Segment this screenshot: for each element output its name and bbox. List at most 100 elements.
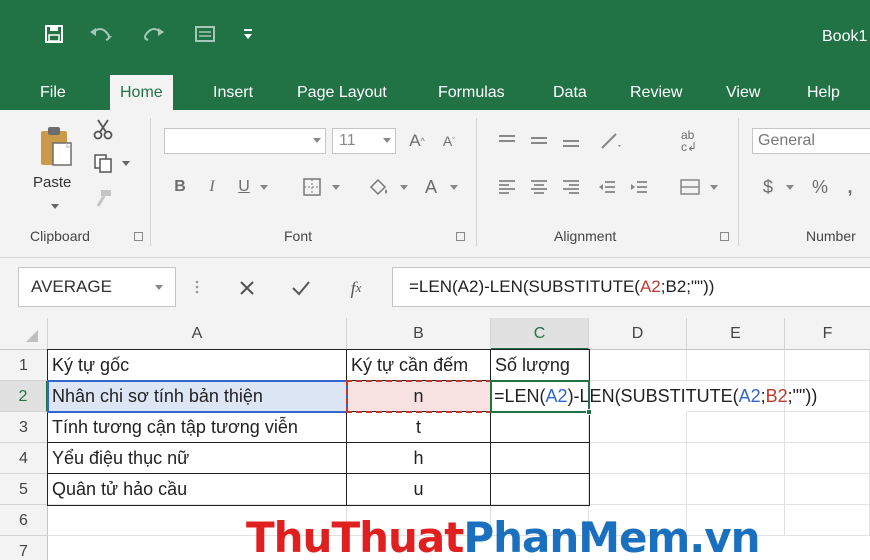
cell-empty[interactable]	[785, 350, 870, 381]
cell-empty[interactable]	[589, 350, 687, 381]
paste-dropdown-icon[interactable]	[48, 200, 62, 214]
cell-empty[interactable]	[785, 443, 870, 474]
customize-qat-icon[interactable]	[240, 22, 256, 46]
cell-empty[interactable]	[785, 505, 870, 536]
cell-a1[interactable]: Ký tự gốc	[48, 350, 347, 381]
cut-icon[interactable]	[90, 116, 116, 142]
tab-help[interactable]: Help	[797, 75, 850, 110]
row-header-1[interactable]: 1	[0, 350, 48, 381]
cancel-icon[interactable]	[232, 273, 262, 303]
column-header-c[interactable]: C	[491, 318, 589, 350]
column-header-b[interactable]: B	[347, 318, 491, 350]
column-header-f[interactable]: F	[785, 318, 870, 350]
underline-dropdown-icon[interactable]	[258, 182, 270, 194]
copy-icon[interactable]	[90, 150, 116, 176]
cell-b3[interactable]: t	[347, 412, 491, 443]
cell-c1[interactable]: Số lượng	[491, 350, 589, 381]
wrap-text-icon[interactable]: ab c↲	[676, 126, 702, 156]
bold-icon[interactable]: B	[168, 174, 192, 200]
increase-indent-icon[interactable]	[626, 174, 652, 200]
font-launcher-icon[interactable]	[456, 232, 465, 241]
enter-icon[interactable]	[286, 273, 316, 303]
column-header-a[interactable]: A	[48, 318, 347, 350]
cell-a2[interactable]: Nhân chi sơ tính bản thiện	[48, 381, 347, 412]
fill-color-dropdown-icon[interactable]	[398, 182, 410, 194]
tab-review[interactable]: Review	[620, 75, 692, 110]
orientation-icon[interactable]	[596, 128, 626, 154]
tab-page-layout[interactable]: Page Layout	[287, 75, 397, 110]
row-header-3[interactable]: 3	[0, 412, 48, 443]
cell-a5[interactable]: Quân tử hảo cầu	[48, 474, 347, 505]
formula-input[interactable]: =LEN(A2)-LEN(SUBSTITUTE(A2;B2;""))	[392, 267, 870, 307]
cell-empty[interactable]	[785, 412, 870, 443]
redo-icon[interactable]	[138, 22, 168, 46]
tab-data[interactable]: Data	[543, 75, 597, 110]
cell-c4[interactable]	[491, 443, 589, 474]
cell-b2[interactable]: n	[347, 381, 491, 412]
row-header-6[interactable]: 6	[0, 505, 48, 536]
comma-style-button[interactable]: ,	[840, 174, 860, 200]
row-header-7[interactable]: 7	[0, 536, 48, 560]
italic-icon[interactable]: I	[200, 174, 224, 200]
select-all-corner[interactable]	[0, 318, 48, 350]
increase-font-icon[interactable]: A ^	[404, 128, 430, 154]
font-size-dropdown[interactable]: 11	[332, 128, 396, 154]
tab-home[interactable]: Home	[110, 75, 173, 110]
tab-file[interactable]: File	[30, 75, 76, 110]
cell-a4[interactable]: Yểu điệu thục nữ	[48, 443, 347, 474]
tab-formulas[interactable]: Formulas	[428, 75, 515, 110]
font-color-icon[interactable]: A	[418, 174, 444, 200]
cell-a3[interactable]: Tính tương cận tập tương viễn	[48, 412, 347, 443]
row-header-5[interactable]: 5	[0, 474, 48, 505]
name-box[interactable]: AVERAGE	[18, 267, 176, 307]
column-header-e[interactable]: E	[687, 318, 785, 350]
clipboard-launcher-icon[interactable]	[134, 232, 143, 241]
cell-empty[interactable]	[589, 443, 687, 474]
insert-function-icon[interactable]: fx	[340, 273, 372, 303]
decrease-font-icon[interactable]: Aˇ	[436, 128, 462, 154]
merge-center-icon[interactable]	[676, 174, 704, 200]
tab-view[interactable]: View	[716, 75, 770, 110]
cell-b1[interactable]: Ký tự cần đếm	[347, 350, 491, 381]
align-left-icon[interactable]	[494, 174, 520, 200]
worksheet-grid[interactable]: A B C D E F 1 2 3 4 5 6 7 Ký tự gốc Ký t…	[0, 318, 870, 560]
cell-empty[interactable]	[687, 443, 785, 474]
form-icon[interactable]	[192, 22, 218, 46]
alignment-launcher-icon[interactable]	[720, 232, 729, 241]
cell-empty[interactable]	[589, 412, 687, 443]
cell-b5[interactable]: u	[347, 474, 491, 505]
cell-empty[interactable]	[589, 474, 687, 505]
align-middle-icon[interactable]	[526, 128, 552, 154]
borders-dropdown-icon[interactable]	[330, 182, 342, 194]
borders-icon[interactable]	[298, 174, 326, 200]
row-header-4[interactable]: 4	[0, 443, 48, 474]
align-center-icon[interactable]	[526, 174, 552, 200]
percent-button[interactable]: %	[806, 174, 834, 200]
align-right-icon[interactable]	[558, 174, 584, 200]
cell-empty[interactable]	[687, 474, 785, 505]
format-painter-icon[interactable]	[90, 186, 116, 212]
align-top-icon[interactable]	[494, 128, 520, 154]
cell-b4[interactable]: h	[347, 443, 491, 474]
number-format-dropdown[interactable]: General	[752, 128, 870, 154]
cell-c2-editing[interactable]: =LEN(A2)-LEN(SUBSTITUTE(A2;B2;""))	[491, 381, 817, 412]
currency-dropdown-icon[interactable]	[784, 182, 796, 194]
copy-dropdown-icon[interactable]	[120, 158, 132, 170]
paste-button[interactable]	[30, 122, 80, 172]
currency-button[interactable]: $	[758, 174, 778, 200]
decrease-indent-icon[interactable]	[594, 174, 620, 200]
fill-color-icon[interactable]	[364, 174, 392, 200]
undo-icon[interactable]	[86, 22, 116, 46]
align-bottom-icon[interactable]	[558, 128, 584, 154]
cell-empty[interactable]	[687, 350, 785, 381]
cell-c3[interactable]	[491, 412, 589, 443]
cell-empty[interactable]	[687, 412, 785, 443]
merge-dropdown-icon[interactable]	[708, 182, 720, 194]
save-icon[interactable]	[42, 22, 66, 46]
cell-c5[interactable]	[491, 474, 589, 505]
column-header-d[interactable]: D	[589, 318, 687, 350]
row-header-2[interactable]: 2	[0, 381, 48, 412]
cell-empty[interactable]	[785, 474, 870, 505]
tab-insert[interactable]: Insert	[203, 75, 263, 110]
underline-icon[interactable]: U	[232, 174, 256, 200]
